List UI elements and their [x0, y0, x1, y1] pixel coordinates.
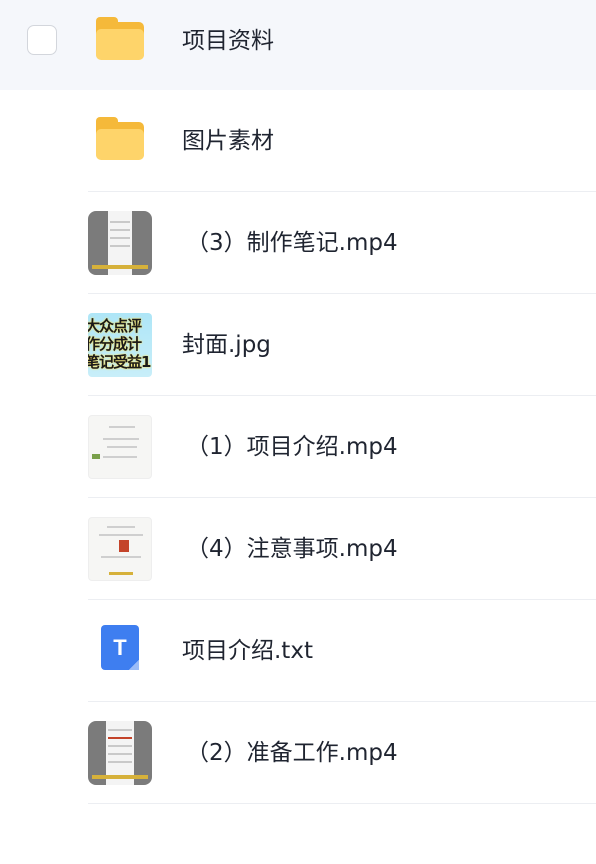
file-row-text[interactable]: T 项目介绍.txt	[0, 600, 596, 702]
cover-text-line: 笔记受益1	[88, 353, 151, 371]
video-thumbnail	[88, 721, 152, 785]
file-row-video[interactable]: （1）项目介绍.mp4	[0, 396, 596, 498]
file-row-folder-tupiansucai[interactable]: 图片素材	[0, 90, 596, 192]
file-name: （4）注意事项.mp4	[186, 536, 398, 562]
file-row-video[interactable]: （3）制作笔记.mp4	[0, 192, 596, 294]
file-name: （3）制作笔记.mp4	[186, 230, 398, 256]
file-list: 项目资料 图片素材 （3）制作笔记.mp4 大众点评 作分成计 笔记受益1 封面…	[0, 0, 596, 804]
folder-icon	[88, 109, 152, 173]
file-row-video[interactable]: （2）准备工作.mp4	[0, 702, 596, 804]
file-row-image[interactable]: 大众点评 作分成计 笔记受益1 封面.jpg	[0, 294, 596, 396]
video-thumbnail	[88, 415, 152, 479]
file-row-folder-xiangmuziliao[interactable]: 项目资料	[0, 0, 596, 90]
divider	[88, 803, 596, 804]
file-name: （2）准备工作.mp4	[186, 740, 398, 766]
select-checkbox[interactable]	[27, 25, 57, 55]
file-name: 封面.jpg	[182, 332, 271, 358]
video-thumbnail	[88, 211, 152, 275]
folder-icon	[88, 9, 152, 73]
video-thumbnail	[88, 517, 152, 581]
txt-file-icon: T	[88, 619, 152, 683]
image-thumbnail: 大众点评 作分成计 笔记受益1	[88, 313, 152, 377]
file-name: 项目资料	[182, 28, 274, 54]
file-name: 图片素材	[182, 128, 274, 154]
file-name: 项目介绍.txt	[182, 638, 313, 664]
file-name: （1）项目介绍.mp4	[186, 434, 398, 460]
cover-text-line: 作分成计	[88, 335, 142, 353]
file-row-video[interactable]: （4）注意事项.mp4	[0, 498, 596, 600]
txt-icon-letter: T	[113, 634, 127, 660]
cover-text-line: 大众点评	[88, 317, 142, 335]
